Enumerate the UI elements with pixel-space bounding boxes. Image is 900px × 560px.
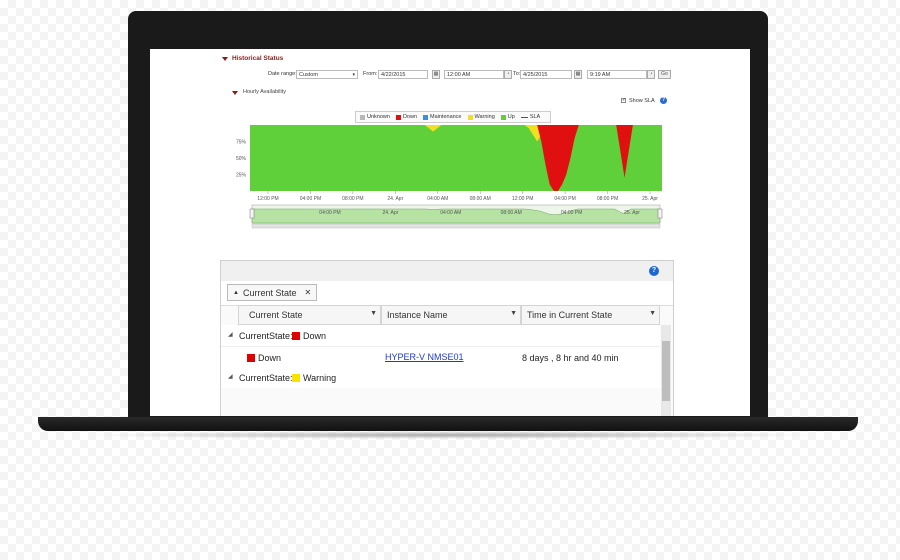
from-label: From: — [363, 71, 378, 77]
group-by-area: ▲ Current State ✕ — [221, 281, 673, 306]
clock-icon[interactable]: ◔ — [647, 70, 655, 79]
status-swatch-warning — [292, 374, 300, 382]
instance-link[interactable]: HYPER-V NMSE01 — [385, 352, 464, 362]
navigator-handle[interactable] — [249, 208, 255, 219]
y-tick-label: 50% — [236, 156, 247, 162]
navigator-tick-label: 04:00 AM — [440, 210, 461, 216]
legend-item-sla[interactable]: SLA — [520, 114, 541, 120]
help-icon[interactable]: ? — [649, 266, 659, 276]
x-tick-label: 24. Apr — [387, 196, 403, 202]
x-tick-label: 04:00 PM — [300, 196, 321, 202]
help-icon[interactable]: ? — [660, 97, 667, 104]
navigator-tick-label: 04:00 PM — [319, 210, 340, 216]
status-swatch-down — [292, 332, 300, 340]
laptop-base — [38, 417, 858, 431]
show-sla-checkbox[interactable]: ✓ — [621, 98, 626, 103]
filter-icon[interactable]: ▼ — [510, 310, 517, 317]
navigator-handle[interactable] — [657, 208, 663, 219]
legend-swatch — [520, 116, 528, 118]
legend-item-down[interactable]: Down — [395, 114, 417, 120]
table-row[interactable]: Down HYPER-V NMSE01 8 days , 8 hr and 40… — [221, 346, 660, 369]
filter-icon[interactable]: ▼ — [649, 310, 656, 317]
legend-swatch — [423, 114, 428, 120]
date-range-label: Date range: — [268, 71, 297, 77]
legend-swatch — [360, 114, 365, 120]
x-tick-label: 04:00 PM — [554, 196, 575, 202]
group-chip-current-state[interactable]: ▲ Current State ✕ — [227, 284, 318, 301]
clock-icon[interactable]: ◔ — [504, 70, 512, 79]
legend-label: Up — [507, 114, 515, 120]
collapse-hourly-icon[interactable] — [232, 91, 238, 95]
grid-panel: ? ▲ Current State ✕ Current State ▼ Inst… — [220, 260, 674, 416]
row-state: Down — [258, 353, 282, 363]
x-tick-label: 08:00 AM — [470, 196, 491, 202]
legend-swatch — [500, 114, 506, 120]
y-tick-label: 25% — [236, 173, 247, 179]
legend-label: Unknown — [367, 114, 390, 120]
status-swatch-down — [247, 354, 255, 362]
collapse-group-icon[interactable]: ◢ — [228, 331, 233, 338]
scrollbar[interactable] — [661, 325, 671, 416]
collapse-group-icon[interactable]: ◢ — [228, 373, 233, 380]
chevron-down-icon: ▾ — [352, 72, 355, 78]
x-tick-label: 12:00 PM — [512, 196, 533, 202]
column-header-current-state[interactable]: Current State ▼ — [238, 305, 381, 325]
legend-item-warning[interactable]: Warning — [467, 114, 495, 120]
column-header-instance-name[interactable]: Instance Name ▼ — [381, 305, 521, 325]
legend-swatch — [467, 114, 473, 120]
to-date-input[interactable]: 4/25/2015 — [520, 70, 572, 79]
x-tick-label: 04:00 AM — [427, 196, 448, 202]
navigator-tick-label: 25. Apr — [624, 210, 640, 216]
legend-label: Down — [402, 114, 417, 120]
legend-label: Warning — [474, 114, 495, 120]
column-header-time-in-state[interactable]: Time in Current State ▼ — [521, 305, 660, 325]
historical-status-title: Historical Status — [232, 55, 284, 62]
legend-label: Maintenance — [430, 114, 462, 120]
legend-label: SLA — [529, 114, 541, 120]
show-sla-label: Show SLA — [629, 98, 655, 104]
calendar-icon[interactable]: ▦ — [574, 70, 582, 79]
laptop-shadow — [80, 431, 820, 439]
legend-item-maintenance[interactable]: Maintenance — [423, 114, 462, 120]
x-tick-label: 12:00 PM — [257, 196, 278, 202]
group-row-warning[interactable]: ◢ CurrentState: Warning — [221, 368, 660, 388]
navigator-tick-label: 08:00 AM — [501, 210, 522, 216]
filter-icon[interactable]: ▼ — [370, 310, 377, 317]
x-tick-label: 25. Apr — [642, 196, 658, 202]
navigator-scrollbar[interactable] — [251, 223, 661, 229]
y-tick-label: 75% — [236, 140, 247, 146]
date-range-select[interactable]: Custom ▾ — [296, 70, 358, 79]
navigator-tick-label: 24. Apr — [382, 210, 398, 216]
row-time-in-state: 8 days , 8 hr and 40 min — [522, 353, 619, 363]
go-button[interactable]: Go — [658, 70, 671, 79]
close-icon[interactable]: ✕ — [304, 288, 311, 297]
hourly-availability-title: Hourly Availability — [243, 89, 287, 95]
scrollbar-thumb[interactable] — [662, 341, 670, 401]
group-chip-label: Current State — [242, 287, 297, 298]
group-row-down[interactable]: ◢ CurrentState: Down — [221, 325, 660, 346]
calendar-icon[interactable]: ▦ — [432, 70, 440, 79]
navigator-tick-label: 04:00 PM — [561, 210, 582, 216]
chart-legend: Unknown Down Maintenance Warning Up SLA — [355, 111, 552, 123]
series-up-area — [250, 125, 662, 191]
sort-asc-icon: ▲ — [233, 289, 239, 296]
from-date-input[interactable]: 4/22/2015 — [378, 70, 428, 79]
legend-swatch — [395, 114, 401, 120]
x-tick-label: 08:00 PM — [342, 196, 363, 202]
legend-item-up[interactable]: Up — [500, 114, 515, 120]
app-screen: Historical Status Date range: Custom ▾ F… — [150, 49, 750, 416]
grid-toolbar: ? — [221, 261, 673, 282]
to-time-input[interactable]: 9:19 AM — [587, 70, 647, 79]
collapse-historical-icon[interactable] — [222, 57, 228, 61]
legend-item-unknown[interactable]: Unknown — [360, 114, 390, 120]
date-range-value: Custom — [299, 72, 318, 78]
x-tick-label: 08:00 PM — [597, 196, 618, 202]
from-time-input[interactable]: 12:00 AM — [444, 70, 504, 79]
